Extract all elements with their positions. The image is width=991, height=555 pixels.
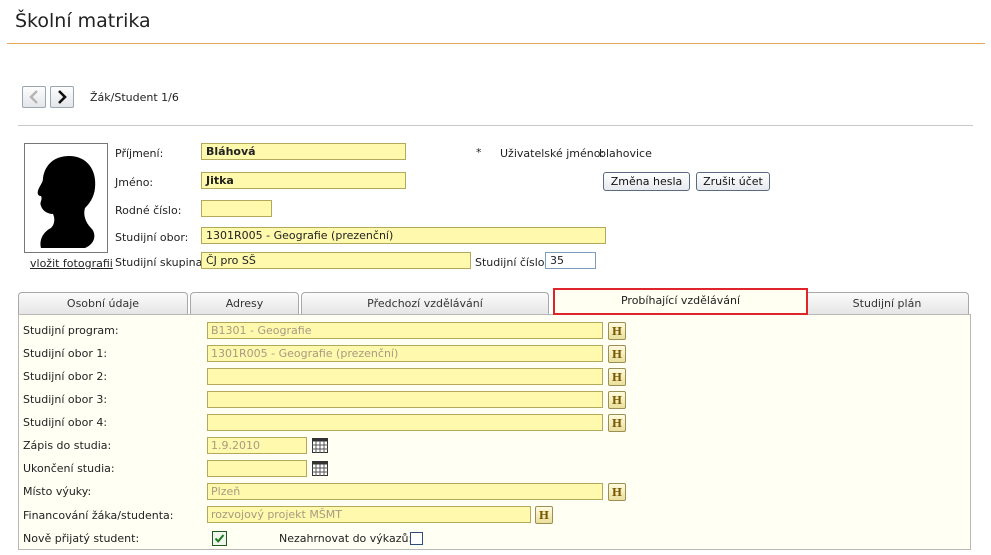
nav-divider [18,125,973,126]
study-field-input[interactable]: 1301R005 - Geografie (prezenční) [201,227,606,244]
birth-number-field[interactable] [201,200,272,217]
newly-admitted-label: Nově přijatý student: [23,532,140,545]
funding-field[interactable]: rozvojový projekt MŠMT [207,506,531,523]
birth-number-label: Rodné číslo: [115,204,182,217]
study-group-field[interactable]: ČJ pro SŠ [201,252,471,269]
help-icon: H [611,324,623,338]
help-icon: H [611,347,623,361]
study-group-label: Studijní skupina: [115,256,207,269]
teaching-place-label: Místo výuky: [23,485,92,498]
help-icon: H [538,508,550,522]
username-label: Uživatelské jméno: [500,147,605,160]
enrollment-date-field[interactable]: 1.9.2010 [207,437,307,454]
tab-previous-education[interactable]: Předchozí vzdělávání [301,292,549,314]
tab-ongoing-education[interactable]: Probíhající vzdělávání [553,288,808,315]
first-name-field[interactable]: Jitka [201,172,406,189]
study-field-1-help-button[interactable]: H [608,345,626,363]
page-title: Školní matrika [15,10,151,32]
change-password-button[interactable]: Změna hesla [603,172,690,191]
study-program-help-button[interactable]: H [608,322,626,340]
tab-personal-data[interactable]: Osobní údaje [18,292,188,314]
previous-record-button[interactable] [22,86,46,108]
help-icon: H [611,485,623,499]
teaching-place-field[interactable]: Plzeň [207,483,603,500]
study-field-3-field[interactable] [207,391,603,408]
study-end-field[interactable] [207,460,307,477]
teaching-place-help-button[interactable]: H [608,483,626,501]
tab-study-plan[interactable]: Studijní plán [805,292,969,314]
help-icon: H [611,416,623,430]
study-field-2-label: Studijní obor 2: [23,370,108,383]
surname-label: Příjmení: [115,147,164,160]
funding-help-button[interactable]: H [535,506,553,524]
exclude-reports-label: Nezahrnovat do výkazů: [279,532,413,545]
title-divider [7,43,985,44]
study-field-4-field[interactable] [207,414,603,431]
help-icon: H [611,393,623,407]
required-marker: * [476,146,482,159]
checkmark-icon [214,534,225,543]
calendar-icon[interactable] [312,461,328,476]
record-position-label: Žák/Student 1/6 [90,91,179,104]
surname-field[interactable]: Bláhová [201,143,406,160]
study-field-label: Studijní obor: [115,231,189,244]
study-program-label: Studijní program: [23,324,119,337]
student-number-label: Studijní číslo: [475,256,549,269]
insert-photo-link[interactable]: vložit fotografii [30,257,113,270]
silhouette-icon [37,156,96,248]
study-field-3-label: Studijní obor 3: [23,393,108,406]
study-field-3-help-button[interactable]: H [608,391,626,409]
first-name-label: Jméno: [115,176,154,189]
study-field-2-field[interactable] [207,368,603,385]
study-field-4-help-button[interactable]: H [608,414,626,432]
next-record-button[interactable] [50,86,74,108]
calendar-icon[interactable] [312,438,328,453]
study-end-label: Ukončení studia: [23,462,115,475]
study-field-4-label: Studijní obor 4: [23,416,108,429]
help-icon: H [611,370,623,384]
tab-addresses[interactable]: Adresy [190,292,299,314]
chevron-left-icon [29,90,38,104]
exclude-reports-checkbox[interactable] [410,532,423,545]
newly-admitted-checkbox[interactable] [212,531,227,546]
cancel-account-button[interactable]: Zrušit účet [696,172,770,191]
student-number-field[interactable]: 35 [545,252,596,269]
study-field-1-field[interactable]: 1301R005 - Geografie (prezenční) [207,345,603,362]
funding-label: Financování žáka/studenta: [23,509,174,522]
study-field-2-help-button[interactable]: H [608,368,626,386]
study-program-field[interactable]: B1301 - Geografie [207,322,603,339]
study-field-1-label: Studijní obor 1: [23,347,108,360]
chevron-right-icon [58,90,67,104]
enrollment-date-label: Zápis do studia: [23,439,112,452]
student-photo [24,143,108,253]
username-value: blahovice [599,147,652,160]
